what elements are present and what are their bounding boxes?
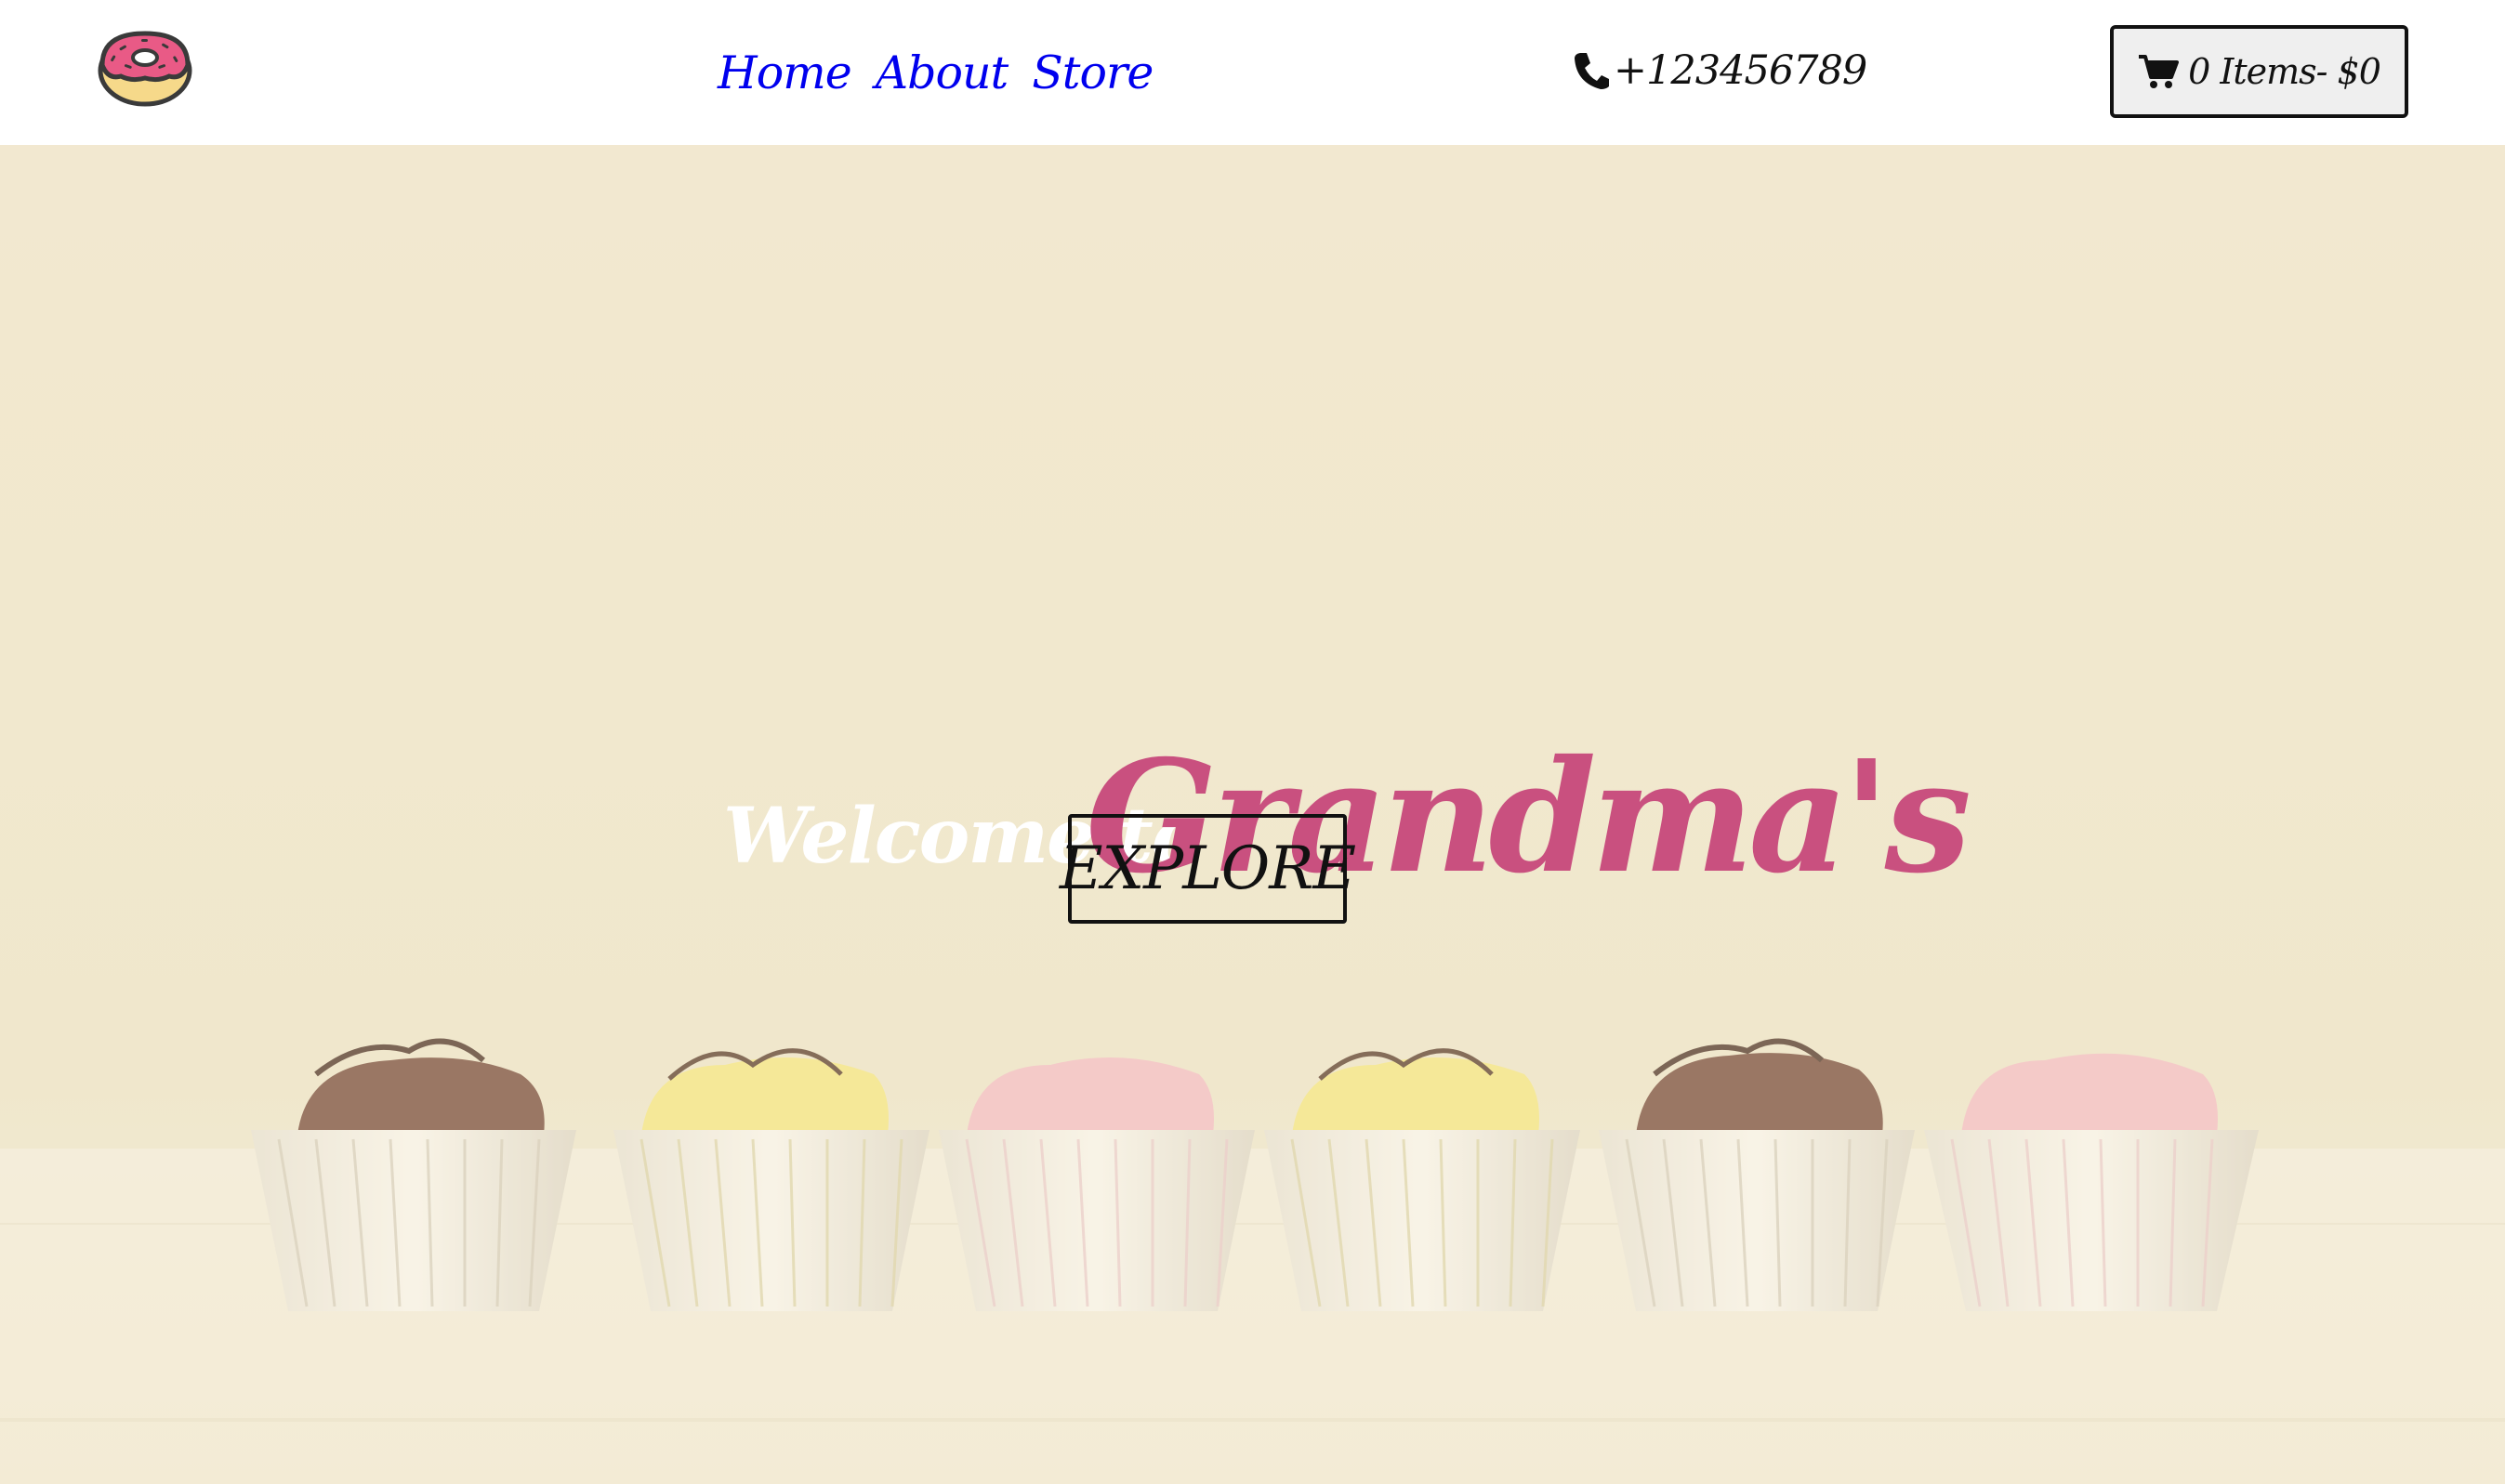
hero-title: Welcome to Grandma's <box>0 587 2505 908</box>
phone-contact[interactable]: +123456789 <box>1573 41 1867 100</box>
nav-link-about[interactable]: About <box>876 46 1009 99</box>
shopping-cart-icon <box>2138 53 2180 90</box>
nav-link-home[interactable]: Home <box>718 46 852 99</box>
main-nav: Home About Store <box>718 37 1177 108</box>
explore-label: EXPLORE <box>1059 834 1356 903</box>
phone-icon <box>1573 51 1610 90</box>
navbar: Home About Store +123456789 0 Items- $0 <box>0 0 2505 145</box>
phone-number: +123456789 <box>1614 47 1867 94</box>
cart-button[interactable]: 0 Items- $0 <box>2110 25 2408 118</box>
explore-button[interactable]: EXPLORE <box>1060 814 1356 924</box>
hero-section: Welcome to Grandma's EXPLORE <box>0 145 2505 1484</box>
cart-summary: 0 Items- $0 <box>2188 51 2381 92</box>
donut-logo-icon[interactable] <box>97 24 193 108</box>
nav-link-store[interactable]: Store <box>1032 46 1154 99</box>
